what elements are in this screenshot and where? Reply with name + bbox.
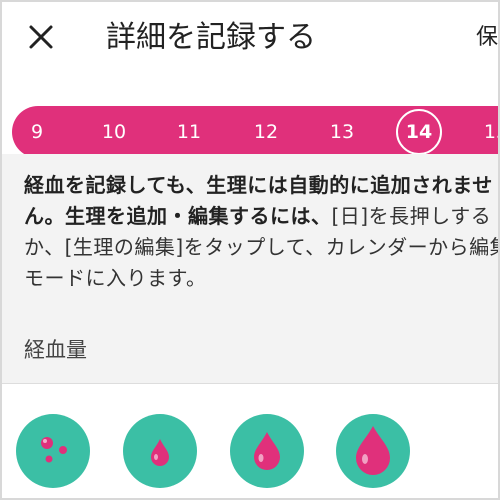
header-bar: 詳細を記録する 保: [2, 2, 498, 84]
date-item-11[interactable]: 11: [167, 106, 211, 158]
page-title: 詳細を記録する: [106, 20, 316, 55]
info-line-1: 経血を記録しても、生理には自動的に追加されませ: [24, 173, 493, 197]
medium-flow-icon: [254, 432, 280, 470]
close-button[interactable]: [22, 18, 62, 58]
flow-option-heavy[interactable]: [336, 414, 410, 488]
light-flow-icon: [151, 439, 169, 466]
info-line-2: ん。生理を追加・編集するには、[日]を長押しする: [24, 201, 498, 232]
flow-option-light[interactable]: [123, 414, 197, 488]
date-item-10[interactable]: 10: [92, 106, 136, 158]
date-item-13[interactable]: 13: [320, 106, 364, 158]
flow-section-label: 経血量: [24, 338, 87, 362]
info-line-2-bold: ん。生理を追加・編集するには、: [24, 204, 332, 228]
date-item-14-selected[interactable]: 14: [396, 109, 442, 155]
date-item-12[interactable]: 12: [244, 106, 288, 158]
save-button[interactable]: 保: [476, 18, 498, 58]
spotting-icon: [41, 437, 67, 463]
flow-option-spotting[interactable]: [16, 414, 90, 488]
info-line-2-rest: [日]を長押しする: [331, 204, 492, 228]
info-line-3: か、[生理の編集]をタップして、カレンダーから編集: [24, 235, 500, 259]
info-line-4: モードに入ります。: [24, 266, 207, 290]
date-item-9[interactable]: 9: [15, 106, 59, 158]
section-divider: [2, 383, 498, 384]
heavy-flow-icon: [356, 426, 390, 475]
info-section: 経血を記録しても、生理には自動的に追加されませ ん。生理を追加・編集するには、[…: [2, 154, 498, 384]
date-item-15[interactable]: 15: [474, 106, 498, 158]
date-strip: 9 10 11 12 13 14 15: [12, 106, 498, 158]
close-icon: [29, 25, 53, 49]
app-screen: 詳細を記録する 保 9 10 11 12 13 14 15 経血を記録しても、生…: [0, 0, 500, 500]
flow-option-medium[interactable]: [230, 414, 304, 488]
info-text: 経血を記録しても、生理には自動的に追加されませ ん。生理を追加・編集するには、[…: [24, 170, 500, 294]
